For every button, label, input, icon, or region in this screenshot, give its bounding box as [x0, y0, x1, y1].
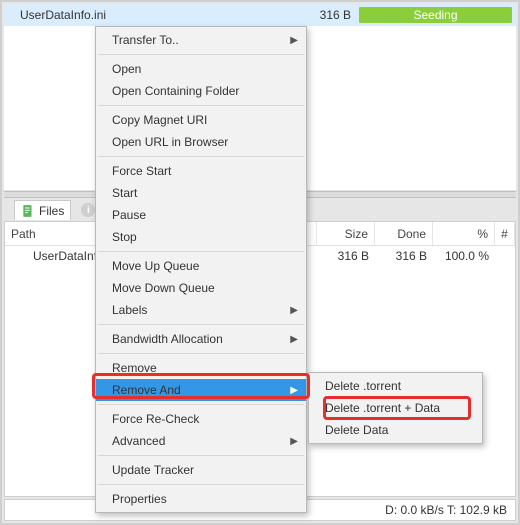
chevron-right-icon: ▶: [290, 305, 298, 316]
menu-open-label: Open: [112, 62, 141, 76]
menu-bandwidth[interactable]: Bandwidth Allocation ▶: [96, 328, 306, 350]
menu-remove-and[interactable]: Remove And ▶: [96, 379, 306, 401]
col-pieces[interactable]: #: [495, 222, 515, 245]
menu-remove[interactable]: Remove: [96, 357, 306, 379]
tab-files-label: Files: [39, 204, 64, 218]
menu-open-url: Open URL in Browser: [96, 131, 306, 153]
menu-separator: [98, 353, 304, 354]
menu-copy-magnet[interactable]: Copy Magnet URI: [96, 109, 306, 131]
chevron-right-icon: ▶: [290, 436, 298, 447]
menu-force-recheck[interactable]: Force Re-Check: [96, 408, 306, 430]
menu-open-containing-label: Open Containing Folder: [112, 84, 239, 98]
menu-force-start[interactable]: Force Start: [96, 160, 306, 182]
file-icon: [21, 204, 35, 218]
menu-separator: [98, 324, 304, 325]
info-icon: i: [81, 203, 95, 217]
chevron-right-icon: ▶: [290, 35, 298, 46]
menu-update-tracker: Update Tracker: [96, 459, 306, 481]
submenu-delete-data[interactable]: Delete Data: [309, 419, 482, 441]
col-done[interactable]: Done: [375, 222, 433, 245]
menu-start: Start: [96, 182, 306, 204]
submenu-delete-data-label: Delete Data: [325, 423, 388, 437]
cell-size: 316 B: [317, 249, 375, 263]
torrent-row[interactable]: UserDataInfo.ini 316 B Seeding: [4, 4, 516, 26]
context-menu: Transfer To.. ▶ Open Open Containing Fol…: [95, 26, 307, 513]
menu-labels-label: Labels: [112, 303, 147, 317]
menu-separator: [98, 105, 304, 106]
menu-separator: [98, 251, 304, 252]
menu-move-up-label: Move Up Queue: [112, 259, 199, 273]
menu-remove-and-label: Remove And: [112, 383, 181, 397]
menu-transfer-to-label: Transfer To..: [112, 33, 179, 47]
chevron-right-icon: ▶: [290, 385, 298, 396]
col-size[interactable]: Size: [317, 222, 375, 245]
menu-pause[interactable]: Pause: [96, 204, 306, 226]
statusbar-text: D: 0.0 kB/s T: 102.9 kB: [385, 503, 507, 517]
menu-start-label: Start: [112, 186, 137, 200]
menu-transfer-to[interactable]: Transfer To.. ▶: [96, 29, 306, 51]
menu-advanced-label: Advanced: [112, 434, 165, 448]
menu-copy-magnet-label: Copy Magnet URI: [112, 113, 207, 127]
menu-bandwidth-label: Bandwidth Allocation: [112, 332, 223, 346]
menu-separator: [98, 484, 304, 485]
menu-pause-label: Pause: [112, 208, 146, 222]
menu-move-down-label: Move Down Queue: [112, 281, 215, 295]
submenu-delete-torrent-label: Delete .torrent: [325, 379, 401, 393]
remove-and-submenu: Delete .torrent Delete .torrent + Data D…: [308, 372, 483, 444]
menu-stop[interactable]: Stop: [96, 226, 306, 248]
menu-open-url-label: Open URL in Browser: [112, 135, 228, 149]
menu-open-containing[interactable]: Open Containing Folder: [96, 80, 306, 102]
menu-force-start-label: Force Start: [112, 164, 171, 178]
menu-update-tracker-label: Update Tracker: [112, 463, 194, 477]
menu-advanced[interactable]: Advanced ▶: [96, 430, 306, 452]
menu-open[interactable]: Open: [96, 58, 306, 80]
submenu-delete-torrent-data[interactable]: Delete .torrent + Data: [309, 397, 482, 419]
torrent-name: UserDataInfo.ini: [4, 8, 304, 22]
submenu-delete-torrent[interactable]: Delete .torrent: [309, 375, 482, 397]
menu-separator: [98, 455, 304, 456]
menu-force-recheck-label: Force Re-Check: [112, 412, 199, 426]
menu-properties[interactable]: Properties: [96, 488, 306, 510]
menu-stop-label: Stop: [112, 230, 137, 244]
menu-separator: [98, 404, 304, 405]
menu-properties-label: Properties: [112, 492, 167, 506]
status-badge: Seeding: [359, 7, 512, 23]
col-percent[interactable]: %: [433, 222, 495, 245]
menu-move-up[interactable]: Move Up Queue: [96, 255, 306, 277]
menu-separator: [98, 156, 304, 157]
tab-files[interactable]: Files: [14, 200, 71, 220]
detail-tabs: Files i: [4, 199, 101, 221]
menu-labels[interactable]: Labels ▶: [96, 299, 306, 321]
menu-move-down[interactable]: Move Down Queue: [96, 277, 306, 299]
submenu-delete-torrent-data-label: Delete .torrent + Data: [325, 401, 440, 415]
torrent-size: 316 B: [304, 8, 359, 22]
cell-percent: 100.0 %: [433, 249, 495, 263]
menu-separator: [98, 54, 304, 55]
chevron-right-icon: ▶: [290, 334, 298, 345]
cell-done: 316 B: [375, 249, 433, 263]
menu-remove-label: Remove: [112, 361, 157, 375]
